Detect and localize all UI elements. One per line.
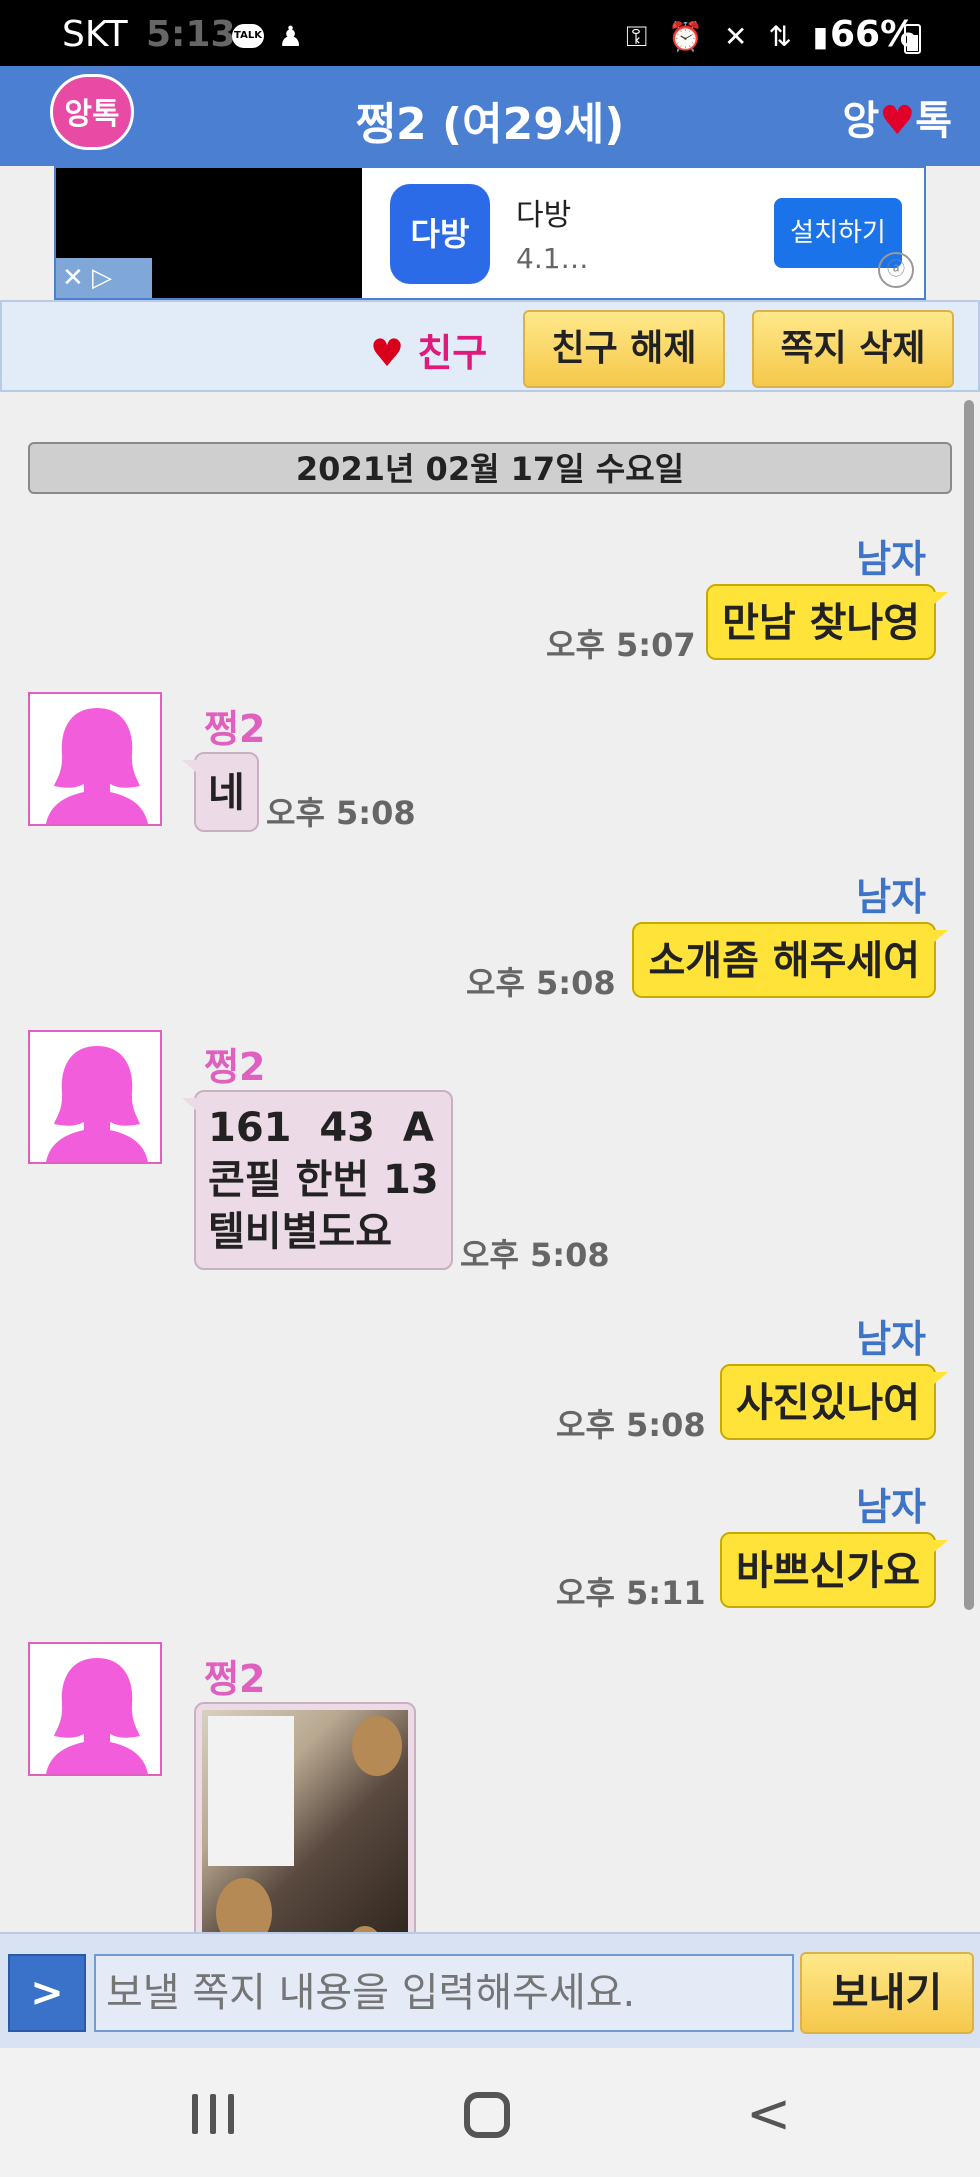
photo-message[interactable]: [194, 1702, 416, 1932]
screen: { "status_bar": { "carrier": "SKT", "tim…: [0, 0, 980, 2177]
heart-icon: ♥: [879, 98, 916, 144]
photo-thumbnail: [202, 1710, 408, 1932]
message-input-bar: > 보내기: [0, 1932, 980, 2048]
unfriend-button[interactable]: 친구 해제: [523, 310, 725, 388]
recents-icon[interactable]: [192, 2094, 236, 2134]
message-bubble[interactable]: 사진있나여: [720, 1364, 948, 1440]
brand-text-right: 톡: [915, 98, 952, 144]
message-time: 오후 5:11: [556, 1574, 706, 1612]
friend-status: ♥ 친구: [370, 322, 487, 377]
kakao-talk-icon: TALK: [232, 24, 264, 48]
sender-name: 남자: [856, 1485, 926, 1529]
sender-name: 쩡2: [204, 1045, 266, 1089]
photo-note-paper: [208, 1716, 294, 1866]
ad-rating: 4.1…: [516, 242, 589, 275]
teddy-bear-image: [216, 1878, 272, 1932]
chat-title: 쩡2 (여29세): [355, 99, 625, 150]
back-icon[interactable]: <: [746, 2082, 791, 2145]
teddy-bear-image: [352, 1716, 402, 1776]
delete-messages-button[interactable]: 쪽지 삭제: [752, 310, 954, 388]
message-bubble[interactable]: 소개좀 해주세여: [632, 922, 948, 998]
heart-icon: ♥: [370, 331, 405, 375]
chat-list[interactable]: 2021년 02월 17일 수요일 남자 만남 찾나영 오후 5:07 쩡2 네…: [0, 392, 980, 1932]
message-bubble[interactable]: 바쁘신가요: [720, 1532, 948, 1608]
friend-bar: ♥ 친구 친구 해제 쪽지 삭제: [0, 300, 980, 392]
message-time: 오후 5:07: [546, 626, 696, 664]
avatar[interactable]: [28, 692, 162, 826]
message-time: 오후 5:08: [556, 1406, 706, 1444]
female-avatar-icon: [30, 1644, 160, 1774]
ad-banner[interactable]: ✕ ▷ 다방 다방 4.1… 설치하기 ⓐ: [54, 166, 926, 300]
message-time: 오후 5:08: [460, 1236, 610, 1274]
sender-name: 남자: [856, 1317, 926, 1361]
battery-icon: [904, 24, 921, 54]
message-line: 콘필 한번 13: [208, 1157, 439, 1203]
ad-info-icon[interactable]: ⓐ: [878, 252, 914, 288]
ad-app-name: 다방: [516, 198, 572, 233]
message-bubble[interactable]: 네: [182, 752, 259, 832]
message-time: 오후 5:08: [266, 794, 416, 832]
sender-name: 남자: [856, 537, 926, 581]
brand-text-left: 앙: [842, 98, 880, 144]
friend-status-label: 친구: [417, 331, 488, 375]
message-bubble[interactable]: 161 43 A 콘필 한번 13 텔비별도요: [182, 1090, 453, 1270]
clock: 5:13: [146, 14, 236, 55]
female-avatar-icon: [30, 1032, 160, 1162]
system-nav-bar: <: [0, 2048, 980, 2177]
system-status-icons: ⚿ ⏰ ✕ ⇅ ▮: [626, 20, 835, 53]
ad-close-icon[interactable]: ✕ ▷: [56, 258, 152, 298]
message-time: 오후 5:08: [466, 964, 616, 1002]
carrier-label: SKT: [62, 14, 128, 55]
brand-label[interactable]: 앙♥톡: [843, 88, 952, 146]
message-line: 161 43 A: [208, 1105, 434, 1151]
status-bar: SKT 5:13 TALK ♟ ⚿ ⏰ ✕ ⇅ ▮ 66%: [0, 0, 980, 66]
send-button[interactable]: 보내기: [800, 1952, 974, 2034]
ad-app-logo: 다방: [390, 184, 490, 284]
date-divider: 2021년 02월 17일 수요일: [28, 442, 952, 494]
message-bubble[interactable]: 만남 찾나영: [706, 584, 948, 660]
home-icon[interactable]: [464, 2092, 510, 2138]
female-avatar-icon: [30, 694, 160, 824]
sender-name: 남자: [856, 875, 926, 919]
sender-name: 쩡2: [204, 1657, 266, 1701]
avatar[interactable]: [28, 1030, 162, 1164]
scrollbar[interactable]: [964, 400, 974, 1610]
message-input[interactable]: [94, 1954, 794, 2032]
message-line: 텔비별도요: [208, 1209, 392, 1255]
sender-name: 쩡2: [204, 707, 266, 751]
expand-button[interactable]: >: [8, 1954, 86, 2032]
app-header: 앙톡 쩡2 (여29세) 앙♥톡: [0, 66, 980, 166]
notification-icon: ♟: [278, 20, 304, 53]
avatar[interactable]: [28, 1642, 162, 1776]
